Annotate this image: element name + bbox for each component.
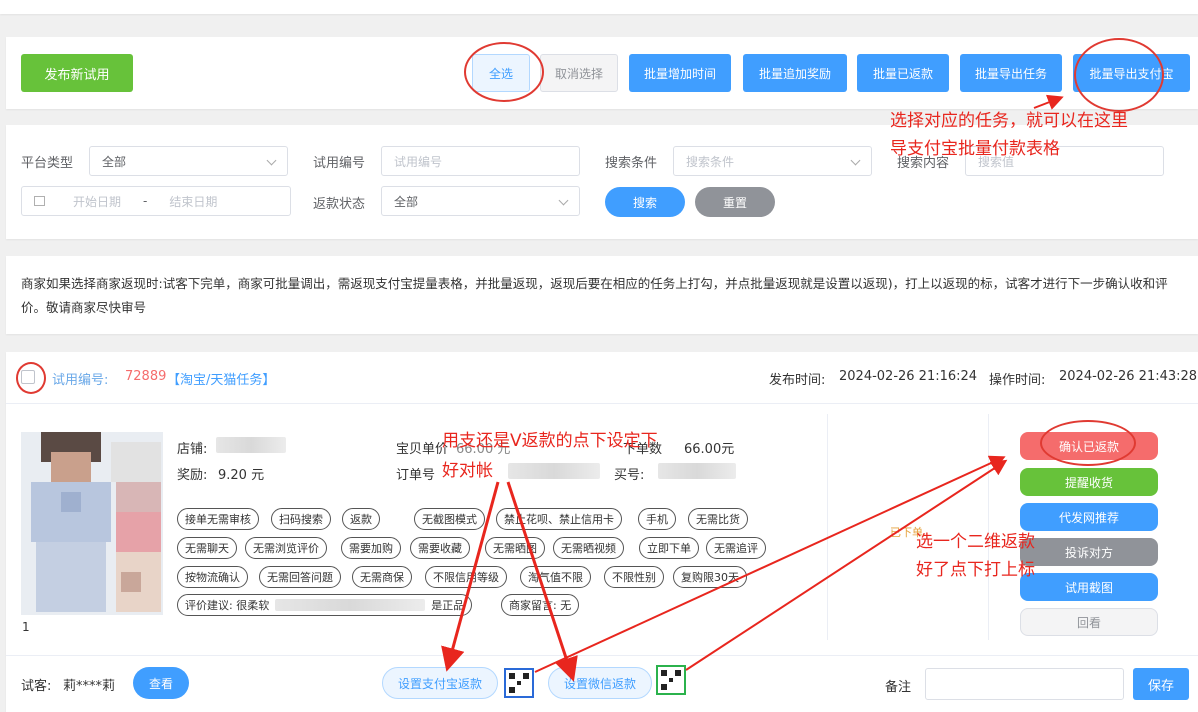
- annotation-arrows: [441, 94, 1064, 682]
- annotation-text: 选一个二维返款: [916, 532, 1035, 552]
- annotation-text: 导支付宝批量付款表格: [890, 139, 1060, 159]
- annotation-text: 好对帐: [442, 461, 493, 481]
- annotation-text: 用支还是V返款的点下设定下: [442, 431, 658, 451]
- annotation-text: 选择对应的任务，就可以在这里: [890, 111, 1128, 131]
- annotation-text: 好了点下打上标: [916, 560, 1035, 580]
